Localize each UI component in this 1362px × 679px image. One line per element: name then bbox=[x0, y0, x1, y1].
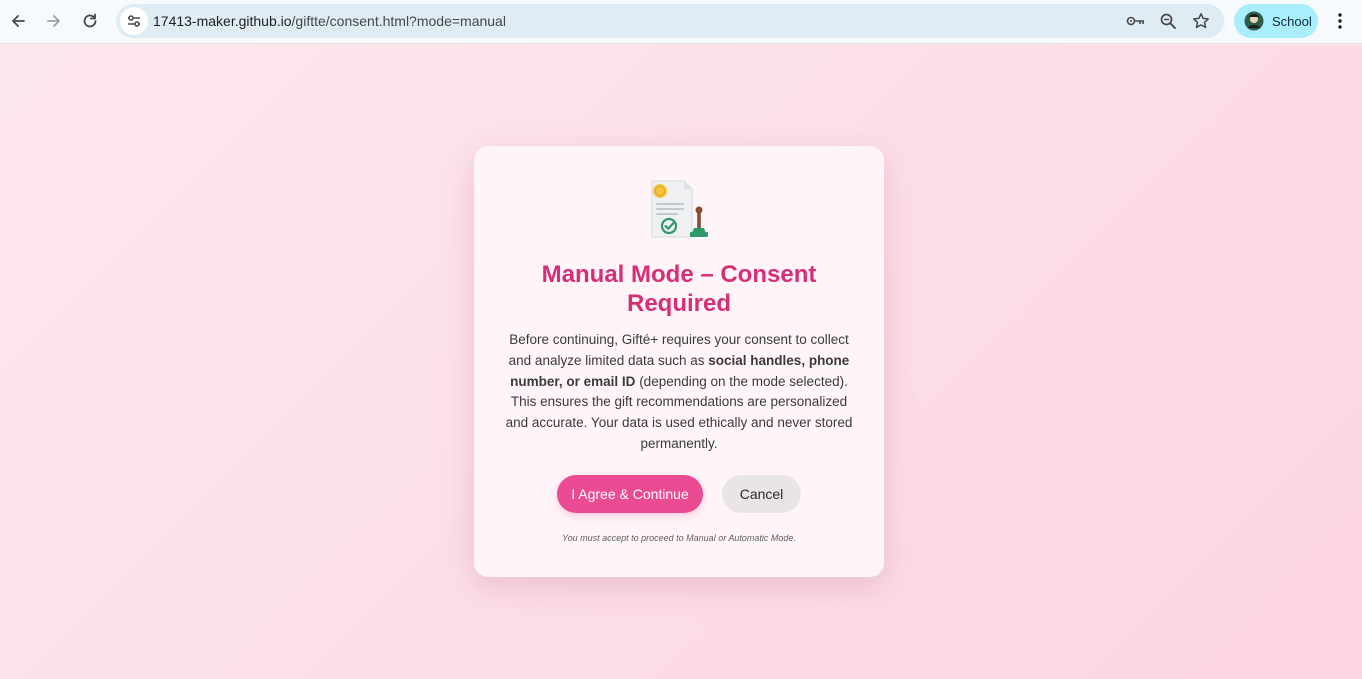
site-settings-icon bbox=[128, 15, 140, 27]
bookmark-button[interactable] bbox=[1188, 8, 1214, 34]
forward-arrow-icon bbox=[47, 15, 60, 27]
kebab-menu-icon bbox=[1338, 13, 1342, 29]
url-host: 17413-maker.github.io bbox=[153, 13, 292, 29]
agree-continue-button[interactable]: I Agree & Continue bbox=[557, 475, 703, 513]
reload-button[interactable] bbox=[75, 6, 105, 36]
cancel-button[interactable]: Cancel bbox=[722, 475, 801, 513]
consent-card: Manual Mode – Consent Required Before co… bbox=[474, 146, 884, 577]
site-info-button[interactable] bbox=[120, 7, 148, 35]
key-icon bbox=[1126, 16, 1144, 26]
address-bar[interactable]: 17413-maker.github.io/giftte/consent.htm… bbox=[116, 4, 1224, 38]
profile-avatar-icon bbox=[1244, 11, 1264, 31]
consent-title: Manual Mode – Consent Required bbox=[541, 261, 817, 317]
forward-button[interactable] bbox=[39, 6, 69, 36]
page-background: Manual Mode – Consent Required Before co… bbox=[0, 45, 1362, 679]
browser-toolbar: 17413-maker.github.io/giftte/consent.htm… bbox=[0, 0, 1362, 44]
url-text[interactable]: 17413-maker.github.io/giftte/consent.htm… bbox=[153, 13, 506, 29]
consent-document-stamp-icon bbox=[651, 180, 708, 238]
zoom-icon bbox=[1160, 13, 1176, 29]
password-button[interactable] bbox=[1123, 8, 1149, 34]
profile-button[interactable]: School bbox=[1234, 4, 1318, 38]
consent-body: Before continuing, Gifté+ requires your … bbox=[504, 330, 854, 455]
star-icon bbox=[1193, 13, 1209, 29]
browser-menu-button[interactable] bbox=[1326, 6, 1354, 36]
back-arrow-icon bbox=[12, 15, 25, 27]
url-path: /giftte/consent.html?mode=manual bbox=[291, 13, 506, 29]
reload-icon bbox=[83, 13, 97, 28]
back-button[interactable] bbox=[3, 6, 33, 36]
consent-note: You must accept to proceed to Manual or … bbox=[562, 533, 796, 543]
zoom-button[interactable] bbox=[1155, 8, 1181, 34]
profile-label: School bbox=[1272, 13, 1312, 29]
